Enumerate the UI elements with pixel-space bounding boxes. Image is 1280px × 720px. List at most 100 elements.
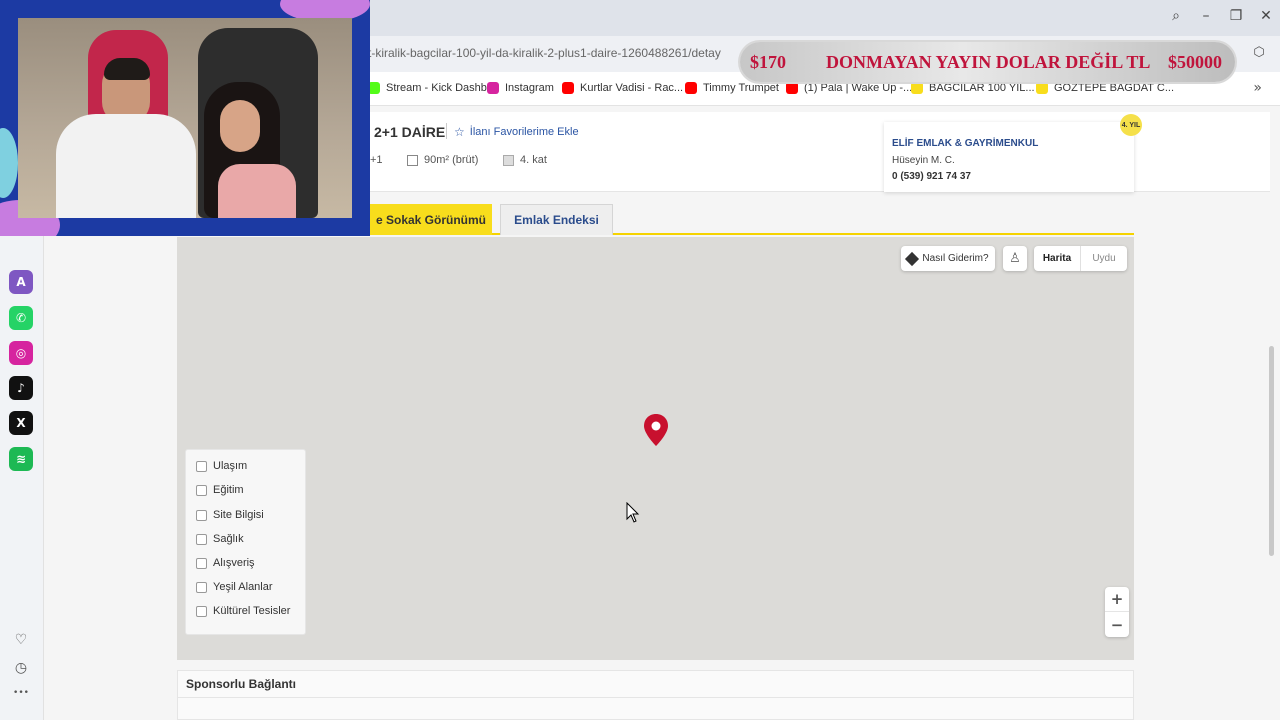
- more-bookmarks-icon[interactable]: »: [1253, 80, 1262, 96]
- extension-icon[interactable]: ⬡: [1250, 45, 1268, 63]
- spotify-icon[interactable]: ≋: [9, 447, 33, 471]
- checkbox[interactable]: [196, 460, 207, 472]
- bookmark-goztepe[interactable]: GÖZTEPE BAĞDAT C...: [1036, 82, 1174, 94]
- tiktok-icon[interactable]: ♪: [9, 376, 33, 400]
- rooms-value: +1: [370, 154, 383, 166]
- zoom-control: + −: [1105, 587, 1129, 637]
- rooms-info: +1: [370, 154, 383, 166]
- floor-value: 4. kat: [520, 154, 547, 166]
- ticker-right-amount: $50000: [1168, 52, 1222, 72]
- restore-icon[interactable]: ❐: [1228, 6, 1244, 26]
- youtube-icon: [786, 82, 798, 94]
- poi-green-areas[interactable]: Yeşil Alanlar: [196, 581, 273, 593]
- mouse-cursor-icon: [626, 502, 640, 523]
- star-icon: ☆: [454, 125, 465, 139]
- bookmark-kick[interactable]: Stream - Kick Dashb...: [368, 82, 496, 94]
- bookmark-label: GÖZTEPE BAĞDAT C...: [1054, 82, 1175, 94]
- checkbox[interactable]: [196, 581, 207, 593]
- poi-label: Eğitim: [213, 484, 244, 496]
- bookmark-instagram[interactable]: Instagram: [487, 82, 554, 94]
- bookmark-label: Instagram: [505, 82, 554, 94]
- bookmark-timmy-trumpet[interactable]: Timmy Trumpet: [685, 82, 779, 94]
- tab-street-view[interactable]: e Sokak Görünümü: [370, 204, 492, 235]
- zoom-in-button[interactable]: +: [1105, 587, 1129, 612]
- instagram-icon: [487, 82, 499, 94]
- webcam-overlay: [0, 0, 370, 236]
- agent-phone: 0 (539) 921 74 37: [892, 171, 971, 182]
- sponsored-title: Sponsorlu Bağlantı: [186, 677, 297, 691]
- directions-label: Nasıl Giderim?: [922, 253, 989, 264]
- pegman-button[interactable]: ♙: [1003, 246, 1027, 271]
- poi-label: Ulaşım: [213, 460, 248, 472]
- bookmark-label: Timmy Trumpet: [703, 82, 779, 94]
- checkbox[interactable]: [196, 484, 207, 496]
- area-value: 90m² (brüt): [424, 154, 479, 166]
- map-marker-icon[interactable]: [644, 414, 668, 446]
- building-icon: [503, 154, 514, 166]
- man-shirt: [56, 114, 196, 218]
- whatsapp-icon[interactable]: ✆: [9, 306, 33, 330]
- add-favorite-label: İlanı Favorilerime Ekle: [469, 126, 579, 138]
- listing-title: 2+1 DAİRE: [374, 124, 446, 140]
- close-icon[interactable]: ✕: [1258, 6, 1274, 26]
- checkbox[interactable]: [196, 509, 207, 521]
- poi-label: Kültürel Tesisler: [213, 605, 291, 617]
- directions-button[interactable]: Nasıl Giderim?: [901, 246, 995, 271]
- pegman-icon: ♙: [1009, 251, 1021, 266]
- bookmark-label: BAĞCILAR 100 YIL...: [929, 82, 1035, 94]
- bookmark-kurtlar-vadisi[interactable]: Kurtlar Vadisi - Rac...: [562, 82, 683, 94]
- youtube-icon: [562, 82, 574, 94]
- bookmark-label: Kurtlar Vadisi - Rac...: [580, 82, 684, 94]
- poi-label: Yeşil Alanlar: [213, 581, 273, 593]
- agent-company[interactable]: ELİF EMLAK & GAYRİMENKUL: [892, 138, 1038, 149]
- poi-label: Site Bilgisi: [213, 509, 264, 521]
- instagram-icon[interactable]: ◎: [9, 341, 33, 365]
- bookmark-label: (1) Pala | Wake Up -...: [804, 82, 913, 94]
- poi-health[interactable]: Sağlık: [196, 533, 244, 545]
- heart-icon[interactable]: ♡: [12, 632, 30, 650]
- directions-icon: [905, 251, 920, 266]
- webcam-video: [18, 18, 352, 218]
- poi-transport[interactable]: Ulaşım: [196, 460, 247, 472]
- map-type-toggle: Harita Uydu: [1034, 246, 1127, 271]
- stream-ticker: $170 DONMAYAN YAYIN DOLAR DEĞİL TL $5000…: [740, 42, 1235, 82]
- bookmark-pala-wake-up[interactable]: (1) Pala | Wake Up -...: [786, 82, 912, 94]
- poi-cultural[interactable]: Kültürel Tesisler: [196, 605, 290, 617]
- search-icon[interactable]: ⌕: [1168, 6, 1184, 26]
- area-info: 90m² (brüt): [407, 154, 478, 166]
- bookmark-bagcilar[interactable]: BAĞCILAR 100 YIL...: [911, 82, 1035, 94]
- youtube-icon: [685, 82, 697, 94]
- poi-label: Alışveriş: [213, 557, 255, 569]
- poi-shopping[interactable]: Alışveriş: [196, 557, 255, 569]
- checkbox[interactable]: [196, 533, 207, 545]
- map-canvas[interactable]: [177, 237, 1134, 660]
- decor-blob: [0, 128, 18, 198]
- poi-education[interactable]: Eğitim: [196, 484, 244, 496]
- poi-label: Sağlık: [213, 533, 244, 545]
- checkbox[interactable]: [196, 605, 207, 617]
- woman-face: [220, 100, 260, 152]
- floor-info: 4. kat: [503, 154, 547, 166]
- sahibinden-icon: [1036, 82, 1048, 94]
- area-icon: [407, 154, 418, 166]
- x-icon[interactable]: X: [9, 411, 33, 435]
- man-hair: [104, 58, 150, 80]
- tab-real-estate-index[interactable]: Emlak Endeksi: [500, 204, 613, 235]
- aria-icon[interactable]: A: [9, 270, 33, 294]
- checkbox[interactable]: [196, 557, 207, 569]
- agent-person: Hüseyin M. C.: [892, 155, 955, 166]
- poi-site-info[interactable]: Site Bilgisi: [196, 509, 264, 521]
- zoom-out-button[interactable]: −: [1105, 612, 1129, 637]
- browser-sidebar: A ✆ ◎ ♪ X ≋ ♡ ◷ •••: [0, 236, 44, 720]
- history-icon[interactable]: ◷: [12, 660, 30, 678]
- map-type-satellite[interactable]: Uydu: [1080, 246, 1127, 271]
- url-input[interactable]: t-kiralik-bagcilar-100-yil-da-kiralik-2-…: [368, 46, 721, 60]
- agent-card: ELİF EMLAK & GAYRİMENKUL Hüseyin M. C. 0…: [884, 122, 1134, 192]
- add-favorite-link[interactable]: ☆ İlanı Favorilerime Ekle: [446, 123, 579, 139]
- ticker-message: DONMAYAN YAYIN DOLAR DEĞİL TL: [826, 52, 1151, 72]
- years-badge: 4. YIL: [1120, 114, 1142, 136]
- page-scrollbar[interactable]: [1269, 346, 1274, 556]
- map-type-map[interactable]: Harita: [1034, 246, 1080, 271]
- minimize-icon[interactable]: –: [1198, 6, 1214, 26]
- more-icon[interactable]: •••: [12, 688, 30, 706]
